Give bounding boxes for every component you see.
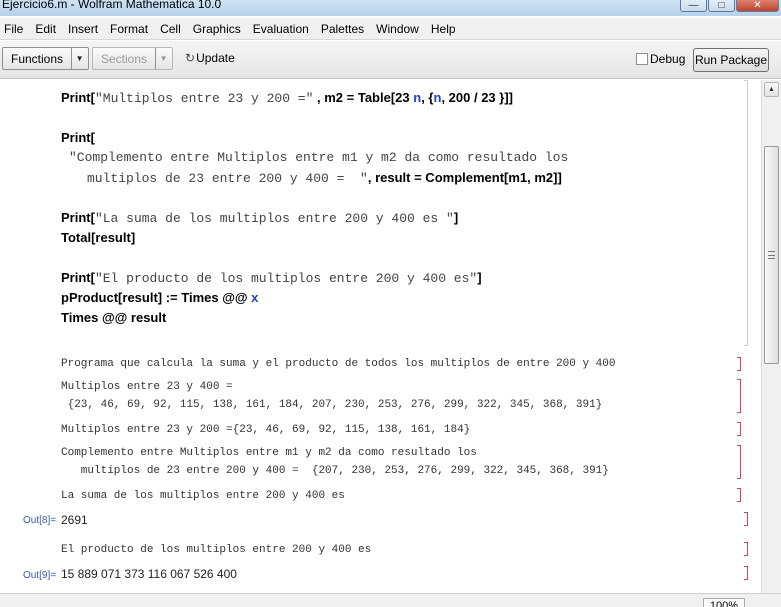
- update-label: Update: [196, 51, 235, 65]
- cell-bracket[interactable]: [737, 379, 741, 413]
- code-line[interactable]: Times @@ result: [61, 310, 166, 326]
- refresh-icon: ↻: [185, 51, 196, 65]
- close-button[interactable]: ✕: [736, 0, 779, 12]
- output-value: 2691: [61, 513, 88, 527]
- menu-help[interactable]: Help: [429, 22, 462, 36]
- cell-bracket[interactable]: [744, 80, 748, 346]
- update-button[interactable]: ↻ Update: [185, 51, 235, 65]
- out-label: Out[8]=: [23, 515, 57, 526]
- menu-file[interactable]: File: [2, 22, 29, 36]
- code-line[interactable]: multiplos de 23 entre 200 y 400 = ", res…: [87, 170, 562, 186]
- maximize-button[interactable]: □: [708, 0, 735, 12]
- print-output: Multiplos entre 23 y 200 ={23, 46, 69, 9…: [61, 424, 471, 436]
- vertical-scrollbar[interactable]: ▲: [761, 80, 781, 593]
- code-line[interactable]: Print["El producto de los multiplos entr…: [61, 270, 482, 286]
- cell-bracket[interactable]: [737, 422, 741, 436]
- print-output: Complemento entre Multiplos entre m1 y m…: [61, 447, 477, 459]
- menu-edit[interactable]: Edit: [33, 22, 62, 36]
- menu-bar: File Edit Insert Format Cell Graphics Ev…: [0, 18, 781, 40]
- run-package-button[interactable]: Run Package: [693, 48, 769, 72]
- cell-bracket[interactable]: [744, 512, 748, 526]
- cell-bracket[interactable]: [737, 445, 741, 479]
- print-output: Multiplos entre 23 y 400 =: [61, 381, 233, 393]
- window-title: Ejercicio6.m - Wolfram Mathematica 10.0: [2, 0, 222, 11]
- cell-bracket[interactable]: [737, 357, 741, 371]
- debug-label: Debug: [650, 52, 686, 66]
- print-output: multiplos de 23 entre 200 y 400 = {207, …: [61, 465, 609, 477]
- minimize-button[interactable]: —: [680, 0, 707, 12]
- functions-dropdown[interactable]: Functions ▼: [2, 47, 89, 70]
- cell-bracket[interactable]: [744, 542, 748, 556]
- window-controls: — □ ✕: [680, 0, 779, 12]
- code-line[interactable]: Print["Multiplos entre 23 y 200 =" , m2 …: [61, 90, 513, 106]
- notebook-content[interactable]: Print["Multiplos entre 23 y 200 =" , m2 …: [0, 80, 761, 593]
- grip-icon: [768, 251, 775, 259]
- print-output: La suma de los multiplos entre 200 y 400…: [61, 490, 345, 502]
- cell-bracket[interactable]: [737, 488, 741, 502]
- scroll-thumb[interactable]: [764, 146, 779, 364]
- code-line[interactable]: "Complemento entre Multiplos entre m1 y …: [69, 150, 568, 165]
- code-line[interactable]: Total[result]: [61, 230, 135, 246]
- sections-dropdown[interactable]: Sections ▼: [92, 47, 173, 70]
- cell-bracket[interactable]: [744, 566, 748, 580]
- scroll-up-button[interactable]: ▲: [764, 82, 779, 97]
- menu-palettes[interactable]: Palettes: [319, 22, 370, 36]
- status-bar: 100%: [0, 593, 781, 607]
- chevron-down-icon: ▼: [155, 48, 171, 69]
- menu-insert[interactable]: Insert: [66, 22, 104, 36]
- functions-dropdown-label: Functions: [11, 52, 64, 66]
- menu-window[interactable]: Window: [374, 22, 425, 36]
- menu-cell[interactable]: Cell: [158, 22, 187, 36]
- menu-evaluation[interactable]: Evaluation: [251, 22, 315, 36]
- print-output: El producto de los multiplos entre 200 y…: [61, 544, 372, 556]
- print-output: {23, 46, 69, 92, 115, 138, 161, 184, 207…: [61, 399, 603, 411]
- title-bar: Ejercicio6.m - Wolfram Mathematica 10.0 …: [0, 0, 781, 16]
- menu-graphics[interactable]: Graphics: [191, 22, 247, 36]
- code-line[interactable]: Print["La suma de los multiplos entre 20…: [61, 210, 458, 226]
- chevron-down-icon: ▼: [71, 48, 87, 69]
- debug-checkbox[interactable]: [636, 53, 648, 65]
- menu-format[interactable]: Format: [108, 22, 154, 36]
- sections-dropdown-label: Sections: [101, 52, 148, 66]
- debug-toggle[interactable]: Debug: [636, 52, 685, 66]
- print-output: Programa que calcula la suma y el produc…: [61, 358, 616, 370]
- zoom-selector[interactable]: 100%: [702, 598, 745, 607]
- output-value: 15 889 071 373 116 067 526 400: [61, 567, 237, 581]
- out-label: Out[9]=: [23, 570, 57, 581]
- code-line[interactable]: Print[: [61, 130, 95, 146]
- package-toolbar: Functions ▼ Sections ▼ ↻ Update Debug Ru…: [0, 41, 781, 79]
- code-line[interactable]: pProduct[result] := Times @@ x: [61, 290, 258, 306]
